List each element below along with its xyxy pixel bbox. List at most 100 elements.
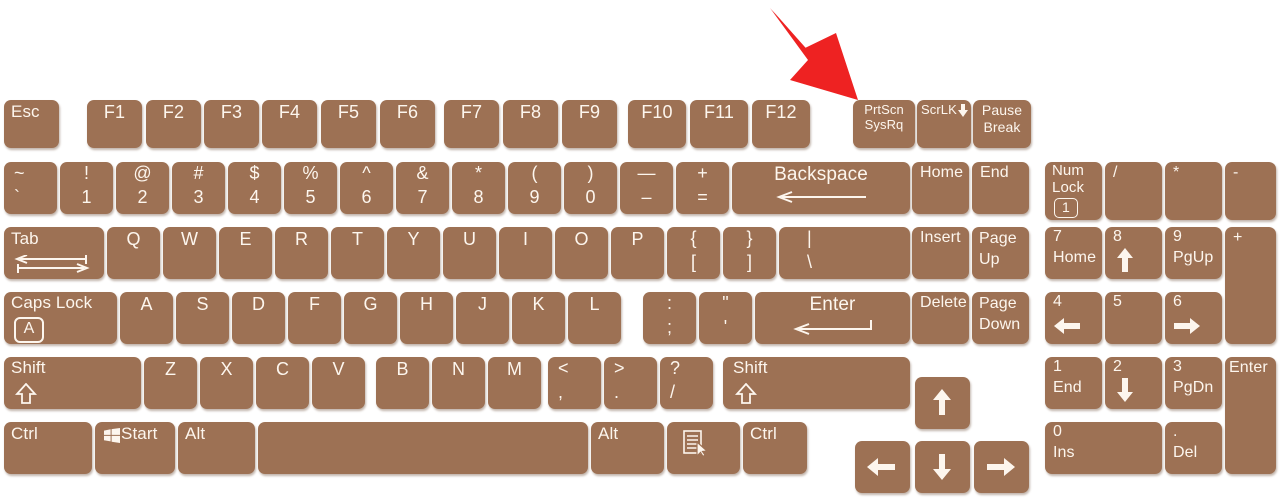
key-delete[interactable]: Delete xyxy=(912,292,969,344)
key-c[interactable]: C xyxy=(256,357,309,409)
key-context-menu[interactable] xyxy=(667,422,740,474)
key-n[interactable]: N xyxy=(432,357,485,409)
key-print-screen[interactable]: PrtScn SysRq xyxy=(853,100,915,148)
key-caps-lock[interactable]: Caps Lock A xyxy=(4,292,117,344)
key-num-lock[interactable]: Num Lock 1 xyxy=(1045,162,1102,220)
key-alt-left[interactable]: Alt xyxy=(178,422,255,474)
key-f7[interactable]: F7 xyxy=(444,100,499,148)
key-numpad-8[interactable]: 8 xyxy=(1105,227,1162,279)
key-d[interactable]: D xyxy=(232,292,285,344)
key-numpad-enter[interactable]: Enter xyxy=(1225,357,1276,474)
key-equals[interactable]: + = xyxy=(676,162,729,214)
key-enter[interactable]: Enter xyxy=(755,292,910,344)
key-m[interactable]: M xyxy=(488,357,541,409)
key-f5[interactable]: F5 xyxy=(321,100,376,148)
key-shift-right[interactable]: Shift xyxy=(723,357,910,409)
key-i[interactable]: I xyxy=(499,227,552,279)
key-backtick[interactable]: ~ ` xyxy=(4,162,57,214)
key-f6[interactable]: F6 xyxy=(380,100,435,148)
key-q[interactable]: Q xyxy=(107,227,160,279)
key-5[interactable]: % 5 xyxy=(284,162,337,214)
key-arrow-down[interactable] xyxy=(915,441,970,493)
key-numpad-subtract[interactable]: - xyxy=(1225,162,1276,220)
key-numpad-9[interactable]: 9 PgUp xyxy=(1165,227,1222,279)
key-start[interactable]: Start xyxy=(95,422,175,474)
key-f11[interactable]: F11 xyxy=(690,100,748,148)
key-arrow-right[interactable] xyxy=(974,441,1029,493)
key-backspace[interactable]: Backspace xyxy=(732,162,910,214)
key-j[interactable]: J xyxy=(456,292,509,344)
key-numpad-decimal[interactable]: . Del xyxy=(1165,422,1222,474)
key-f1[interactable]: F1 xyxy=(87,100,142,148)
key-f[interactable]: F xyxy=(288,292,341,344)
key-numpad-7[interactable]: 7 Home xyxy=(1045,227,1102,279)
key-period[interactable]: > . xyxy=(604,357,657,409)
key-page-up[interactable]: Page Up xyxy=(972,227,1029,279)
key-numpad-6[interactable]: 6 xyxy=(1165,292,1222,344)
key-numpad-multiply[interactable]: * xyxy=(1165,162,1222,220)
key-f12[interactable]: F12 xyxy=(752,100,810,148)
key-pause-break[interactable]: Pause Break xyxy=(973,100,1031,148)
key-shift-left[interactable]: Shift xyxy=(4,357,141,409)
key-bracket-right[interactable]: } ] xyxy=(723,227,776,279)
key-alt-right[interactable]: Alt xyxy=(591,422,664,474)
key-y[interactable]: Y xyxy=(387,227,440,279)
key-numpad-3[interactable]: 3 PgDn xyxy=(1165,357,1222,409)
key-8[interactable]: * 8 xyxy=(452,162,505,214)
key-numpad-2[interactable]: 2 xyxy=(1105,357,1162,409)
key-numpad-5[interactable]: 5 xyxy=(1105,292,1162,344)
key-numpad-1[interactable]: 1 End xyxy=(1045,357,1102,409)
key-backslash[interactable]: | \ xyxy=(779,227,910,279)
key-numpad-0[interactable]: 0 Ins xyxy=(1045,422,1162,474)
key-w[interactable]: W xyxy=(163,227,216,279)
key-numpad-4[interactable]: 4 xyxy=(1045,292,1102,344)
key-page-down[interactable]: Page Down xyxy=(972,292,1029,344)
key-v[interactable]: V xyxy=(312,357,365,409)
key-quote[interactable]: " ' xyxy=(699,292,752,344)
key-g[interactable]: G xyxy=(344,292,397,344)
key-f10[interactable]: F10 xyxy=(628,100,686,148)
key-f9[interactable]: F9 xyxy=(562,100,617,148)
key-h[interactable]: H xyxy=(400,292,453,344)
key-p[interactable]: P xyxy=(611,227,664,279)
key-4[interactable]: $ 4 xyxy=(228,162,281,214)
key-z[interactable]: Z xyxy=(144,357,197,409)
key-minus[interactable]: — – xyxy=(620,162,673,214)
key-arrow-up[interactable] xyxy=(915,377,970,429)
key-comma[interactable]: < , xyxy=(548,357,601,409)
key-o[interactable]: O xyxy=(555,227,608,279)
key-tab[interactable]: Tab xyxy=(4,227,104,279)
key-0[interactable]: ) 0 xyxy=(564,162,617,214)
key-ctrl-left[interactable]: Ctrl xyxy=(4,422,92,474)
key-2[interactable]: @ 2 xyxy=(116,162,169,214)
key-ctrl-right[interactable]: Ctrl xyxy=(743,422,807,474)
key-esc[interactable]: Esc xyxy=(4,100,59,148)
key-f8[interactable]: F8 xyxy=(503,100,558,148)
key-x[interactable]: X xyxy=(200,357,253,409)
key-3[interactable]: # 3 xyxy=(172,162,225,214)
key-6[interactable]: ^ 6 xyxy=(340,162,393,214)
key-l[interactable]: L xyxy=(568,292,621,344)
key-u[interactable]: U xyxy=(443,227,496,279)
key-numpad-divide[interactable]: / xyxy=(1105,162,1162,220)
key-f2[interactable]: F2 xyxy=(146,100,201,148)
key-home[interactable]: Home xyxy=(912,162,969,214)
key-scroll-lock[interactable]: ScrLK xyxy=(917,100,971,148)
key-semicolon[interactable]: : ; xyxy=(643,292,696,344)
key-insert[interactable]: Insert xyxy=(912,227,969,279)
key-s[interactable]: S xyxy=(176,292,229,344)
key-e[interactable]: E xyxy=(219,227,272,279)
key-f3[interactable]: F3 xyxy=(204,100,259,148)
key-r[interactable]: R xyxy=(275,227,328,279)
key-arrow-left[interactable] xyxy=(855,441,910,493)
key-9[interactable]: ( 9 xyxy=(508,162,561,214)
key-b[interactable]: B xyxy=(376,357,429,409)
key-a[interactable]: A xyxy=(120,292,173,344)
key-7[interactable]: & 7 xyxy=(396,162,449,214)
key-end[interactable]: End xyxy=(972,162,1029,214)
key-1[interactable]: ! 1 xyxy=(60,162,113,214)
key-f4[interactable]: F4 xyxy=(262,100,317,148)
key-t[interactable]: T xyxy=(331,227,384,279)
key-space[interactable] xyxy=(258,422,588,474)
key-numpad-add[interactable]: + xyxy=(1225,227,1276,344)
